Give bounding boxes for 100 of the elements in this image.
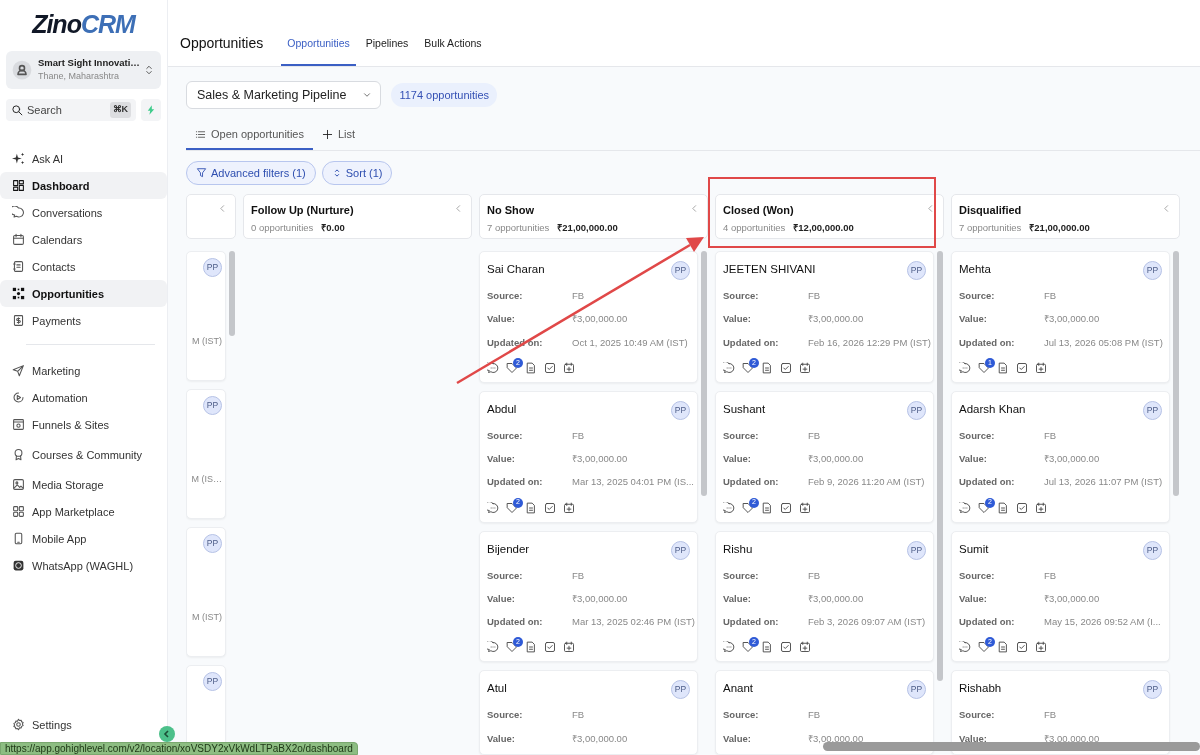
field-label: Source: [959,289,996,303]
scrollbar-thumb[interactable] [701,251,707,496]
checkbox-icon[interactable] [780,641,792,654]
document-icon[interactable] [761,641,773,654]
field-label: Value: [487,731,516,746]
checkbox-icon[interactable] [1016,641,1028,654]
avatar: PP [671,540,690,560]
sidebar-item[interactable]: Conversations [0,199,167,227]
nav-tab[interactable]: Pipelines [359,36,415,66]
checkbox-icon[interactable] [544,501,556,514]
calendar-add-icon[interactable] [563,361,575,374]
checkbox-icon[interactable] [780,361,792,374]
checkbox-icon[interactable] [544,361,556,374]
collapse-sidebar-button[interactable] [159,726,175,742]
filter-button[interactable]: Advanced filters (1) [186,160,316,185]
avatar: PP [1143,400,1162,420]
opportunity-card[interactable]: PP M (IS… [186,389,226,519]
field-label: Source: [487,289,524,303]
sidebar-item[interactable]: Mobile App [0,525,167,553]
sidebar-item[interactable]: Courses & Community [0,438,167,472]
award-icon [12,448,25,462]
view-tab[interactable]: List [312,121,365,150]
field-value: FB [1044,708,1057,723]
filter-icon [196,167,207,179]
checkbox-icon[interactable] [1016,501,1028,514]
document-icon[interactable] [997,501,1009,514]
checkbox-icon[interactable] [544,641,556,654]
document-icon[interactable] [525,361,537,374]
opportunity-card[interactable]: PP M (IST) [186,527,226,657]
contact-book-icon [12,260,25,274]
calendar-add-icon[interactable] [563,641,575,654]
opportunity-count: 0 opportunities [251,220,314,235]
sidebar-item[interactable]: Calendars [0,226,167,254]
field-value: FB [572,708,585,723]
sidebar-item[interactable]: Funnels & Sites [0,411,167,439]
opportunity-card[interactable]: Atul PP Source: FB Value: ₹3,00,000.00 [479,670,698,755]
field-label: Updated on: [487,475,544,490]
field-label: Value: [959,452,988,466]
settings-item[interactable]: Settings [6,716,72,733]
card-title: JEETEN SHIVANI [723,262,816,277]
calendar-add-icon[interactable] [1035,501,1047,514]
search-field[interactable]: Search ⌘K [6,98,136,122]
column-title: Closed (Won) [723,203,794,218]
pipeline-select[interactable]: Sales & Marketing Pipeline [186,81,382,109]
document-icon[interactable] [761,501,773,514]
calendar-add-icon[interactable] [1035,641,1047,654]
sidebar-item[interactable]: App Marketplace [0,498,167,526]
document-icon[interactable] [525,641,537,654]
account-name: Smart Sight Innovati… [38,56,137,70]
field-value: FB [1044,428,1057,443]
scrollbar-thumb[interactable] [229,251,235,336]
card-title: Sumit [959,541,989,557]
sidebar-item[interactable]: Payments [0,307,167,335]
document-icon[interactable] [525,501,537,514]
field-label: Source: [723,289,760,303]
view-tab[interactable]: Open opportunities [186,121,313,150]
field-value: Feb 16, 2026 12:29 PM (IST) [808,335,932,350]
avatar: PP [203,258,222,277]
field-value: ₹3,00,000.00 [808,731,864,746]
field-value: ₹3,00,000.00 [1044,591,1100,606]
sidebar-item[interactable]: Opportunities [0,280,167,308]
calendar-add-icon[interactable] [799,361,811,374]
opportunity-card[interactable]: Anant PP Source: FB Value: ₹3,00,000.00 [715,670,934,755]
field-value: Jul 13, 2026 11:07 PM (IST) [1044,475,1163,490]
sidebar-item[interactable]: Dashboard [0,172,167,200]
calendar-add-icon[interactable] [1035,361,1047,374]
sidebar-item[interactable]: Ask AI [0,145,167,173]
document-icon[interactable] [761,361,773,374]
sidebar-item[interactable]: Automation [0,384,167,412]
field-label: Source: [723,568,760,583]
field-value: ₹3,00,000.00 [1044,452,1100,466]
account-switcher[interactable]: Smart Sight Innovati… Thane, Maharashtra [6,51,161,89]
calendar-add-icon[interactable] [799,641,811,654]
document-icon[interactable] [997,361,1009,374]
opportunity-card[interactable]: PP [186,665,226,742]
field-label: Source: [487,708,524,723]
card-title: Anant [723,681,754,697]
nav-tab[interactable]: Opportunities [281,36,356,66]
scrollbar-thumb[interactable] [1173,251,1179,496]
calendar-add-icon[interactable] [563,501,575,514]
checkbox-icon[interactable] [780,501,792,514]
sidebar-item[interactable]: Marketing [0,357,167,385]
avatar: PP [671,680,690,700]
column-total: ₹12,00,000.00 [793,220,854,235]
card-title: Atul [487,681,507,697]
opportunity-card[interactable]: PP M (IST) [186,251,226,381]
updated-date: M (IS… [190,473,222,486]
collapse-chevron-icon[interactable] [926,204,935,213]
document-icon[interactable] [997,641,1009,654]
tag-icon [506,501,518,514]
sidebar-item[interactable]: Media Storage [0,471,167,499]
sidebar-item[interactable]: Contacts [0,253,167,281]
sidebar-item[interactable]: WhatsApp (WAGHL) [0,552,167,580]
horizontal-scrollbar[interactable] [823,742,1200,751]
scrollbar-thumb[interactable] [937,251,943,681]
filter-button[interactable]: Sort (1) [321,160,393,185]
calendar-add-icon[interactable] [799,501,811,514]
field-value: ₹3,00,000.00 [808,591,864,606]
checkbox-icon[interactable] [1016,361,1028,374]
nav-tab[interactable]: Bulk Actions [418,36,488,66]
